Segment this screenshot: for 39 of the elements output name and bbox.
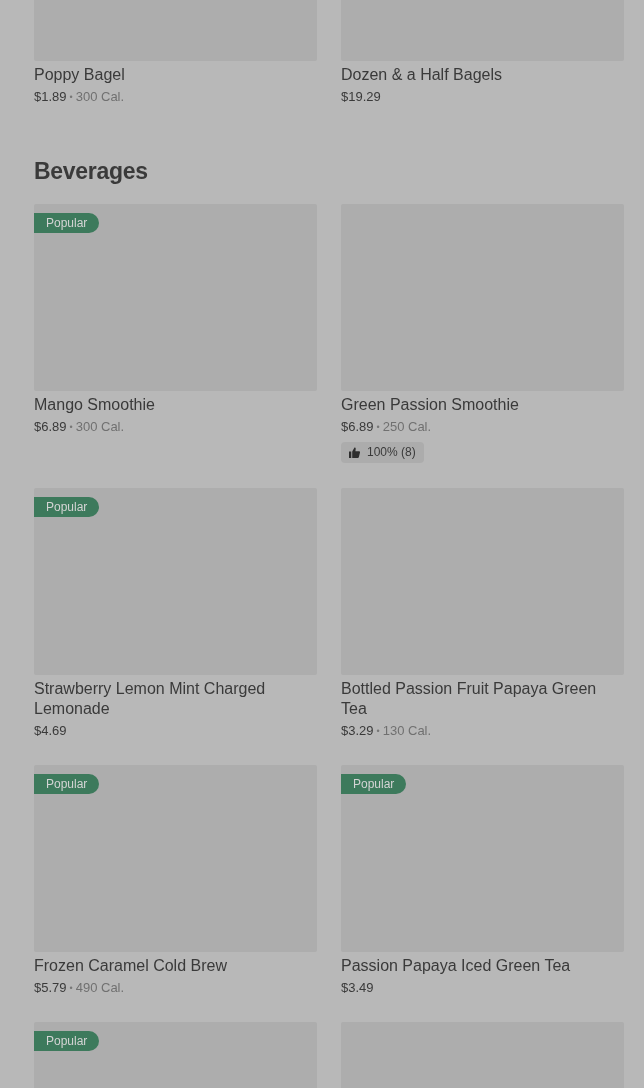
item-calories: 300 Cal. (75, 418, 125, 436)
item-name[interactable]: Frozen Caramel Cold Brew (34, 956, 317, 976)
separator-dot: • (69, 982, 73, 995)
popular-badge: Popular (34, 213, 100, 233)
popular-badge: Popular (34, 497, 100, 517)
item-name[interactable]: Strawberry Lemon Mint Charged Lemonade (34, 679, 317, 719)
popular-badge: Popular (34, 1031, 100, 1051)
item-price: $1.89 (34, 88, 67, 106)
item-name[interactable]: Poppy Bagel (34, 65, 317, 85)
thumbs-up-icon (349, 447, 360, 458)
item-name[interactable]: Dozen & a Half Bagels (341, 65, 624, 85)
separator-dot: • (376, 421, 380, 434)
item-name[interactable]: Mango Smoothie (34, 395, 317, 415)
item-name[interactable]: Passion Papaya Iced Green Tea (341, 956, 624, 976)
item-calories: 490 Cal. (75, 979, 125, 997)
item-name[interactable]: Green Passion Smoothie (341, 395, 624, 415)
item-calories: 300 Cal. (75, 88, 125, 106)
item-price: $3.29 (341, 722, 374, 740)
item-price: $3.49 (341, 979, 374, 997)
separator-dot: • (69, 421, 73, 434)
image-placeholder[interactable]: Popular (34, 765, 317, 952)
image-placeholder[interactable]: Popular (34, 204, 317, 391)
item-price: $6.89 (34, 418, 67, 436)
image-placeholder[interactable]: Popular (341, 765, 624, 952)
item-name[interactable]: Bottled Passion Fruit Papaya Green Tea (341, 679, 624, 719)
image-placeholder[interactable]: Popular (34, 1022, 317, 1088)
item-price: $6.89 (341, 418, 374, 436)
popular-badge: Popular (34, 774, 100, 794)
separator-dot: • (376, 725, 380, 738)
item-price: $4.69 (34, 722, 67, 740)
item-price: $5.79 (34, 979, 67, 997)
item-calories: 250 Cal. (382, 418, 432, 436)
item-calories: 130 Cal. (382, 722, 432, 740)
rating-chip: 100% (8) (341, 442, 424, 463)
image-placeholder[interactable]: Popular (34, 488, 317, 675)
separator-dot: • (69, 91, 73, 104)
popular-badge: Popular (341, 774, 407, 794)
section-title: Beverages (34, 158, 149, 184)
item-price: $19.29 (341, 88, 381, 106)
